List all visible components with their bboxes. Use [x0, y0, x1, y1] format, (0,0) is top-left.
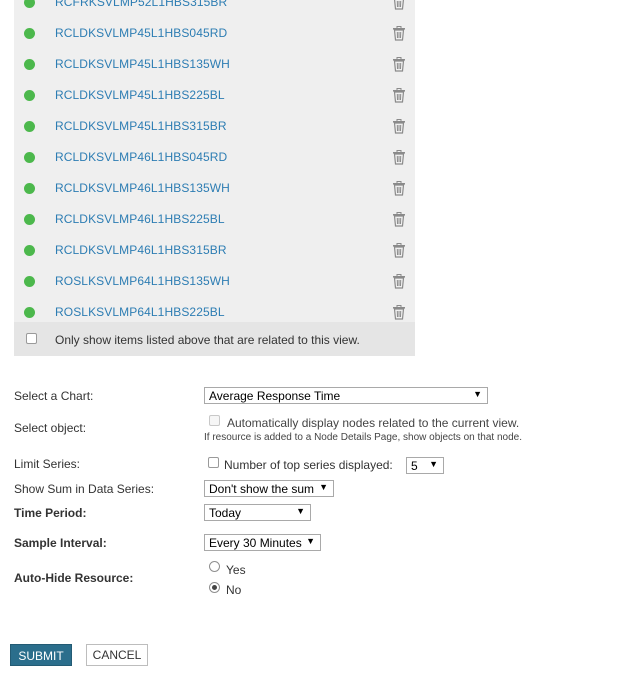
node-link[interactable]: RCLDKSVLMP46L1HBS315BR: [55, 243, 227, 257]
node-row: RCLDKSVLMP46L1HBS045RD: [14, 142, 415, 173]
node-row: RCLDKSVLMP46L1HBS315BR: [14, 235, 415, 266]
trash-icon[interactable]: [392, 212, 406, 227]
auto-hide-no-radio[interactable]: [209, 582, 220, 593]
chevron-down-icon: ▼: [429, 459, 438, 469]
auto-display-label: Automatically display nodes related to t…: [227, 416, 520, 430]
status-up-icon: [24, 152, 35, 163]
node-link[interactable]: RCFRKSVLMP52L1HBS315BR: [55, 0, 227, 9]
chevron-down-icon: ▼: [319, 482, 328, 492]
status-up-icon: [24, 90, 35, 101]
status-up-icon: [24, 0, 35, 8]
only-related-label: Only show items listed above that are re…: [55, 333, 360, 347]
status-up-icon: [24, 28, 35, 39]
cancel-button[interactable]: CANCEL: [86, 644, 148, 666]
select-chart-label: Select a Chart:: [14, 389, 94, 403]
show-sum-select[interactable]: Don't show the sum ▼: [204, 480, 334, 497]
node-link[interactable]: ROSLKSVLMP64L1HBS225BL: [55, 305, 225, 319]
status-up-icon: [24, 245, 35, 256]
trash-icon[interactable]: [392, 0, 406, 10]
top-series-value: 5: [411, 459, 418, 473]
auto-display-checkbox[interactable]: [209, 415, 220, 426]
chevron-down-icon: ▼: [473, 389, 482, 399]
show-sum-value: Don't show the sum: [209, 482, 315, 496]
node-link[interactable]: RCLDKSVLMP46L1HBS045RD: [55, 150, 227, 164]
top-series-label: Number of top series displayed:: [224, 458, 393, 472]
trash-icon[interactable]: [392, 119, 406, 134]
node-row: RCLDKSVLMP46L1HBS225BL: [14, 204, 415, 235]
auto-hide-yes-label: Yes: [226, 563, 246, 577]
trash-icon[interactable]: [392, 305, 406, 320]
chart-select[interactable]: Average Response Time ▼: [204, 387, 488, 404]
sample-interval-select[interactable]: Every 30 Minutes ▼: [204, 534, 321, 551]
status-up-icon: [24, 276, 35, 287]
submit-button[interactable]: SUBMIT: [10, 644, 72, 666]
show-sum-label: Show Sum in Data Series:: [14, 482, 155, 496]
node-link[interactable]: RCLDKSVLMP45L1HBS225BL: [55, 88, 225, 102]
auto-display-hint: If resource is added to a Node Details P…: [204, 432, 522, 443]
trash-icon[interactable]: [392, 57, 406, 72]
trash-icon[interactable]: [392, 181, 406, 196]
node-link[interactable]: RCLDKSVLMP45L1HBS135WH: [55, 57, 230, 71]
chart-select-value: Average Response Time: [209, 389, 341, 403]
node-link[interactable]: RCLDKSVLMP45L1HBS315BR: [55, 119, 227, 133]
node-row: RCFRKSVLMP52L1HBS315BR: [14, 0, 415, 18]
node-row: ROSLKSVLMP64L1HBS135WH: [14, 266, 415, 297]
only-related-checkbox[interactable]: [26, 333, 37, 344]
trash-icon[interactable]: [392, 88, 406, 103]
node-row: RCLDKSVLMP45L1HBS045RD: [14, 18, 415, 49]
status-up-icon: [24, 214, 35, 225]
node-row: RCLDKSVLMP45L1HBS135WH: [14, 49, 415, 80]
trash-icon[interactable]: [392, 274, 406, 289]
node-link[interactable]: ROSLKSVLMP64L1HBS135WH: [55, 274, 230, 288]
status-up-icon: [24, 183, 35, 194]
limit-series-label: Limit Series:: [14, 457, 81, 471]
limit-series-checkbox[interactable]: [208, 457, 219, 468]
only-related-row: Only show items listed above that are re…: [14, 322, 415, 356]
trash-icon[interactable]: [392, 26, 406, 41]
trash-icon[interactable]: [392, 150, 406, 165]
node-row: RCLDKSVLMP45L1HBS225BL: [14, 80, 415, 111]
node-link[interactable]: RCLDKSVLMP46L1HBS225BL: [55, 212, 225, 226]
status-up-icon: [24, 121, 35, 132]
time-period-value: Today: [209, 506, 242, 520]
node-row: RCLDKSVLMP45L1HBS315BR: [14, 111, 415, 142]
auto-hide-label: Auto-Hide Resource:: [14, 571, 134, 585]
select-object-label: Select object:: [14, 421, 87, 435]
sample-interval-label: Sample Interval:: [14, 536, 107, 550]
time-period-select[interactable]: Today ▼: [204, 504, 311, 521]
node-link[interactable]: RCLDKSVLMP46L1HBS135WH: [55, 181, 230, 195]
chevron-down-icon: ▼: [306, 536, 315, 546]
auto-hide-yes-radio[interactable]: [209, 561, 220, 572]
status-up-icon: [24, 307, 35, 318]
sample-interval-value: Every 30 Minutes: [209, 536, 302, 550]
node-list: ROSLKSVLMP64L1HBS225BL ROSLKSVLMP64L1HBS1…: [14, 0, 415, 356]
time-period-label: Time Period:: [14, 506, 87, 520]
trash-icon[interactable]: [392, 243, 406, 258]
status-up-icon: [24, 59, 35, 70]
top-series-select[interactable]: 5 ▼: [406, 457, 444, 474]
auto-hide-no-label: No: [226, 583, 242, 597]
chevron-down-icon: ▼: [296, 506, 305, 516]
node-link[interactable]: RCLDKSVLMP45L1HBS045RD: [55, 26, 227, 40]
node-row: RCLDKSVLMP46L1HBS135WH: [14, 173, 415, 204]
